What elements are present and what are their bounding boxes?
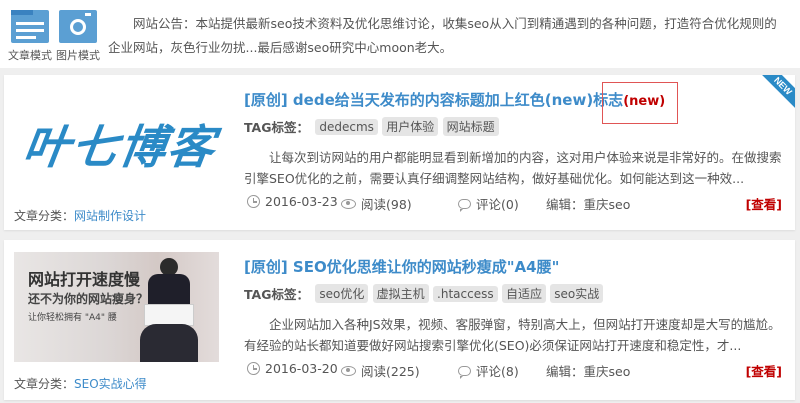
article-meta: 2016-03-20 阅读(225) 评论(8) 编辑：重庆seo [查看] [244,361,782,379]
tag-list: TAG标签： dedecms 用户体验 网站标题 [244,117,500,136]
thumb-heading: 网站打开速度慢 [28,270,141,289]
article-thumbnail[interactable]: 网站打开速度慢 还不为你的网站瘦身？ 让你轻松拥有 "A4" 腰 [14,252,219,362]
article-meta: 2016-03-23 阅读(98) 评论(0) 编辑：重庆seo [查看] [244,194,782,212]
list-icon [11,10,49,43]
category-link[interactable]: SEO实战心得 [74,377,147,391]
clock-icon [247,362,260,375]
editor-name: 编辑：重庆seo [546,197,631,212]
category-label: 文章分类： [14,377,75,391]
view-more-link[interactable]: [查看] [746,194,782,213]
article-mode-label: 文章模式 [8,50,52,62]
comment-icon [458,365,471,379]
tag-label: TAG标签： [244,287,309,302]
highlight-box [602,82,678,124]
article-mode-button[interactable]: 文章模式 [6,10,54,63]
new-ribbon: NEW [758,75,795,111]
read-count: 阅读(98) [341,194,412,213]
article-title: [原创] dede给当天发布的内容标题加上红色(new)标志 [244,91,624,109]
tag-link[interactable]: .htaccess [433,285,498,302]
waist-figure-image [134,258,204,362]
blog-logo: 叶七博客 [19,120,220,174]
eye-icon [341,198,356,209]
site-notice: 网站公告：本站提供最新seo技术资料及优化思维讨论，收集seo从入门到精通遇到的… [108,16,777,55]
read-count: 阅读(225) [341,361,420,380]
read-text: 阅读(98) [361,197,412,212]
article-excerpt: 企业网站加入各种JS效果，视频、客服弹窗，特别高大上，但网站打开速度却是大写的尴… [244,317,781,353]
comment-icon [458,198,471,212]
article-title-link[interactable]: [原创] SEO优化思维让你的网站秒瘦成"A4腰" [244,256,559,277]
tag-link[interactable]: 网站标题 [442,117,499,136]
tag-link[interactable]: seo优化 [315,284,369,303]
thumb-caption: 让你轻松拥有 "A4" 腰 [28,313,117,323]
article-excerpt: 让每次到访网站的用户都能明显看到新增加的内容，这对用户体验来说是非常好的。在做搜… [244,150,782,186]
tag-link[interactable]: seo实战 [550,284,604,303]
tag-link[interactable]: 自适应 [501,284,546,303]
article-category: 文章分类：网站制作设计 [14,207,146,224]
top-bar: 文章模式 图片模式 网站公告：本站提供最新seo技术资料及优化思维讨论，收集se… [0,0,800,68]
tag-list: TAG标签： seo优化 虚拟主机 .htaccess 自适应 seo实战 [244,284,604,303]
date-text: 2016-03-23 [265,194,338,209]
article-category: 文章分类：SEO实战心得 [14,375,147,392]
tag-link[interactable]: 用户体验 [382,117,439,136]
comment-count[interactable]: 评论(0) [458,194,519,213]
image-mode-button[interactable]: 图片模式 [54,10,102,63]
date-text: 2016-03-20 [265,361,338,376]
tag-link[interactable]: 虚拟主机 [372,284,429,303]
editor-name: 编辑：重庆seo [546,364,631,379]
category-link[interactable]: 网站制作设计 [74,209,146,223]
publish-date: 2016-03-23 [247,194,338,209]
tag-link[interactable]: dedecms [315,118,378,135]
tag-label: TAG标签： [244,120,309,135]
comment-text: 评论(0) [476,197,519,212]
comment-count[interactable]: 评论(8) [458,361,519,380]
thumb-subheading: 还不为你的网站瘦身？ [28,292,149,306]
image-mode-label: 图片模式 [56,50,100,62]
publish-date: 2016-03-20 [247,361,338,376]
category-label: 文章分类： [14,209,75,223]
clock-icon [247,195,260,208]
article-card: 网站打开速度慢 还不为你的网站瘦身？ 让你轻松拥有 "A4" 腰 [原创] SE… [4,240,795,400]
eye-icon [341,365,356,376]
article-thumbnail[interactable]: 叶七博客 [14,97,219,207]
comment-text: 评论(8) [476,364,519,379]
article-card: NEW 叶七博客 [原创] dede给当天发布的内容标题加上红色(new)标志(… [4,75,795,230]
read-text: 阅读(225) [361,364,420,379]
camera-icon [59,10,97,43]
view-more-link[interactable]: [查看] [746,361,782,380]
